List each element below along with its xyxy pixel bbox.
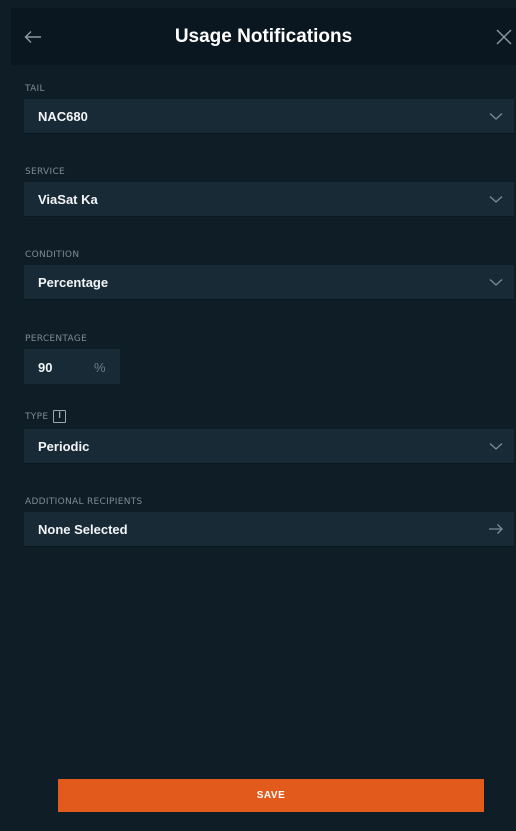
save-button[interactable]: SAVE <box>58 779 484 812</box>
chevron-down-icon <box>489 113 503 120</box>
service-label: SERVICE <box>25 167 66 177</box>
chevron-down-icon <box>489 196 503 203</box>
recipients-label: ADDITIONAL RECIPIENTS <box>25 497 143 507</box>
chevron-down-icon <box>489 443 503 450</box>
percentage-input[interactable]: 90 % <box>24 349 120 384</box>
chevron-down-icon <box>489 279 503 286</box>
type-value: Periodic <box>38 439 90 454</box>
close-icon <box>496 29 512 45</box>
condition-value: Percentage <box>38 275 109 290</box>
tail-select[interactable]: NAC680 <box>24 99 514 134</box>
type-select[interactable]: Periodic <box>24 429 514 464</box>
tail-label: TAIL <box>25 84 45 94</box>
page-title: Usage Notifications <box>174 26 353 47</box>
recipients-selector[interactable]: None Selected <box>24 512 514 547</box>
service-select[interactable]: ViaSat Ka <box>24 182 514 217</box>
service-value: ViaSat Ka <box>38 192 98 207</box>
recipients-value: None Selected <box>38 522 128 537</box>
percentage-value: 90 <box>38 360 53 375</box>
type-label: TYPE i <box>25 410 67 423</box>
info-icon[interactable]: i <box>53 410 67 423</box>
close-button[interactable] <box>488 21 516 53</box>
condition-select[interactable]: Percentage <box>24 265 514 300</box>
condition-label: CONDITION <box>25 250 80 260</box>
percentage-unit: % <box>94 360 106 375</box>
type-label-text: TYPE <box>25 412 49 422</box>
percentage-label: PERCENTAGE <box>25 334 88 344</box>
tail-value: NAC680 <box>38 109 88 124</box>
arrow-right-icon <box>489 524 503 534</box>
header-bar: Usage Notifications <box>11 8 516 65</box>
